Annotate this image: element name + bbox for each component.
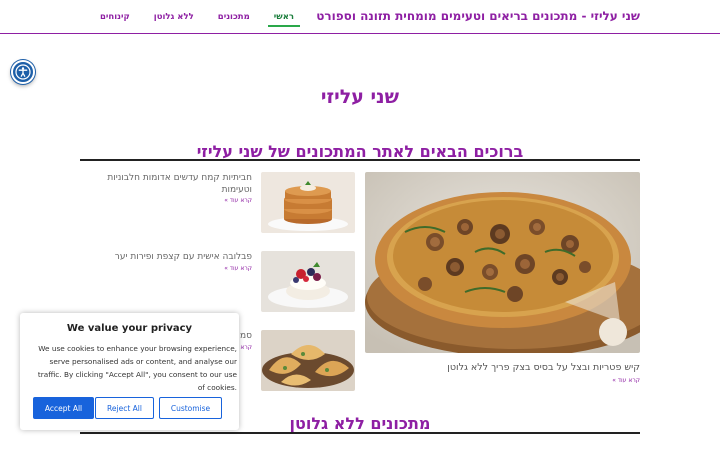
side-post-title[interactable]: חביתיות קמח עדשים אדומות חלבוניות וטעימו… (100, 172, 252, 196)
side-post-read-more-link[interactable]: קרא עוד » (200, 265, 252, 272)
main-nav: קינוחים ללא גלוטן מתכונים ראשי (88, 0, 306, 33)
nav-item-recipes[interactable]: מתכונים (206, 0, 262, 33)
page-title: שני עליזי (320, 86, 400, 108)
featured-read-more-link[interactable]: קרא עוד » (560, 377, 640, 384)
pastries-image[interactable] (261, 330, 355, 391)
accessibility-button[interactable] (11, 60, 35, 84)
pancakes-image[interactable] (261, 172, 355, 233)
side-post-title[interactable]: פבלובה אישית עם קצפת ופירות יער (100, 251, 252, 263)
pavlova-image[interactable] (261, 251, 355, 312)
nav-item-home[interactable]: ראשי (262, 0, 306, 33)
mushroom-quiche-image[interactable] (365, 172, 640, 353)
site-title[interactable]: שני עליזי - מתכונים בריאים וטעימים מומחי… (316, 9, 640, 23)
side-post-read-more-link[interactable]: קרא עוד » (200, 197, 252, 204)
reject-all-button[interactable]: Reject All (95, 397, 154, 419)
accessibility-icon (15, 64, 31, 80)
section-divider (80, 159, 640, 161)
cookie-consent-dialog: We value your privacy We use cookies to … (20, 313, 239, 430)
nav-item-gluten-free[interactable]: ללא גלוטן (142, 0, 206, 33)
section-divider (80, 432, 640, 434)
cookie-text: We use cookies to enhance your browsing … (37, 344, 237, 392)
featured-post-title[interactable]: קיש פטריות ובצל על בסיס בצק פריך ללא גלו… (365, 362, 640, 373)
nav-item-desserts[interactable]: קינוחים (88, 0, 142, 33)
cookie-title: We value your privacy (66, 323, 193, 334)
site-header: שני עליזי - מתכונים בריאים וטעימים מומחי… (0, 0, 720, 34)
customise-button[interactable]: Customise (159, 397, 222, 419)
accept-all-button[interactable]: Accept All (33, 397, 94, 419)
